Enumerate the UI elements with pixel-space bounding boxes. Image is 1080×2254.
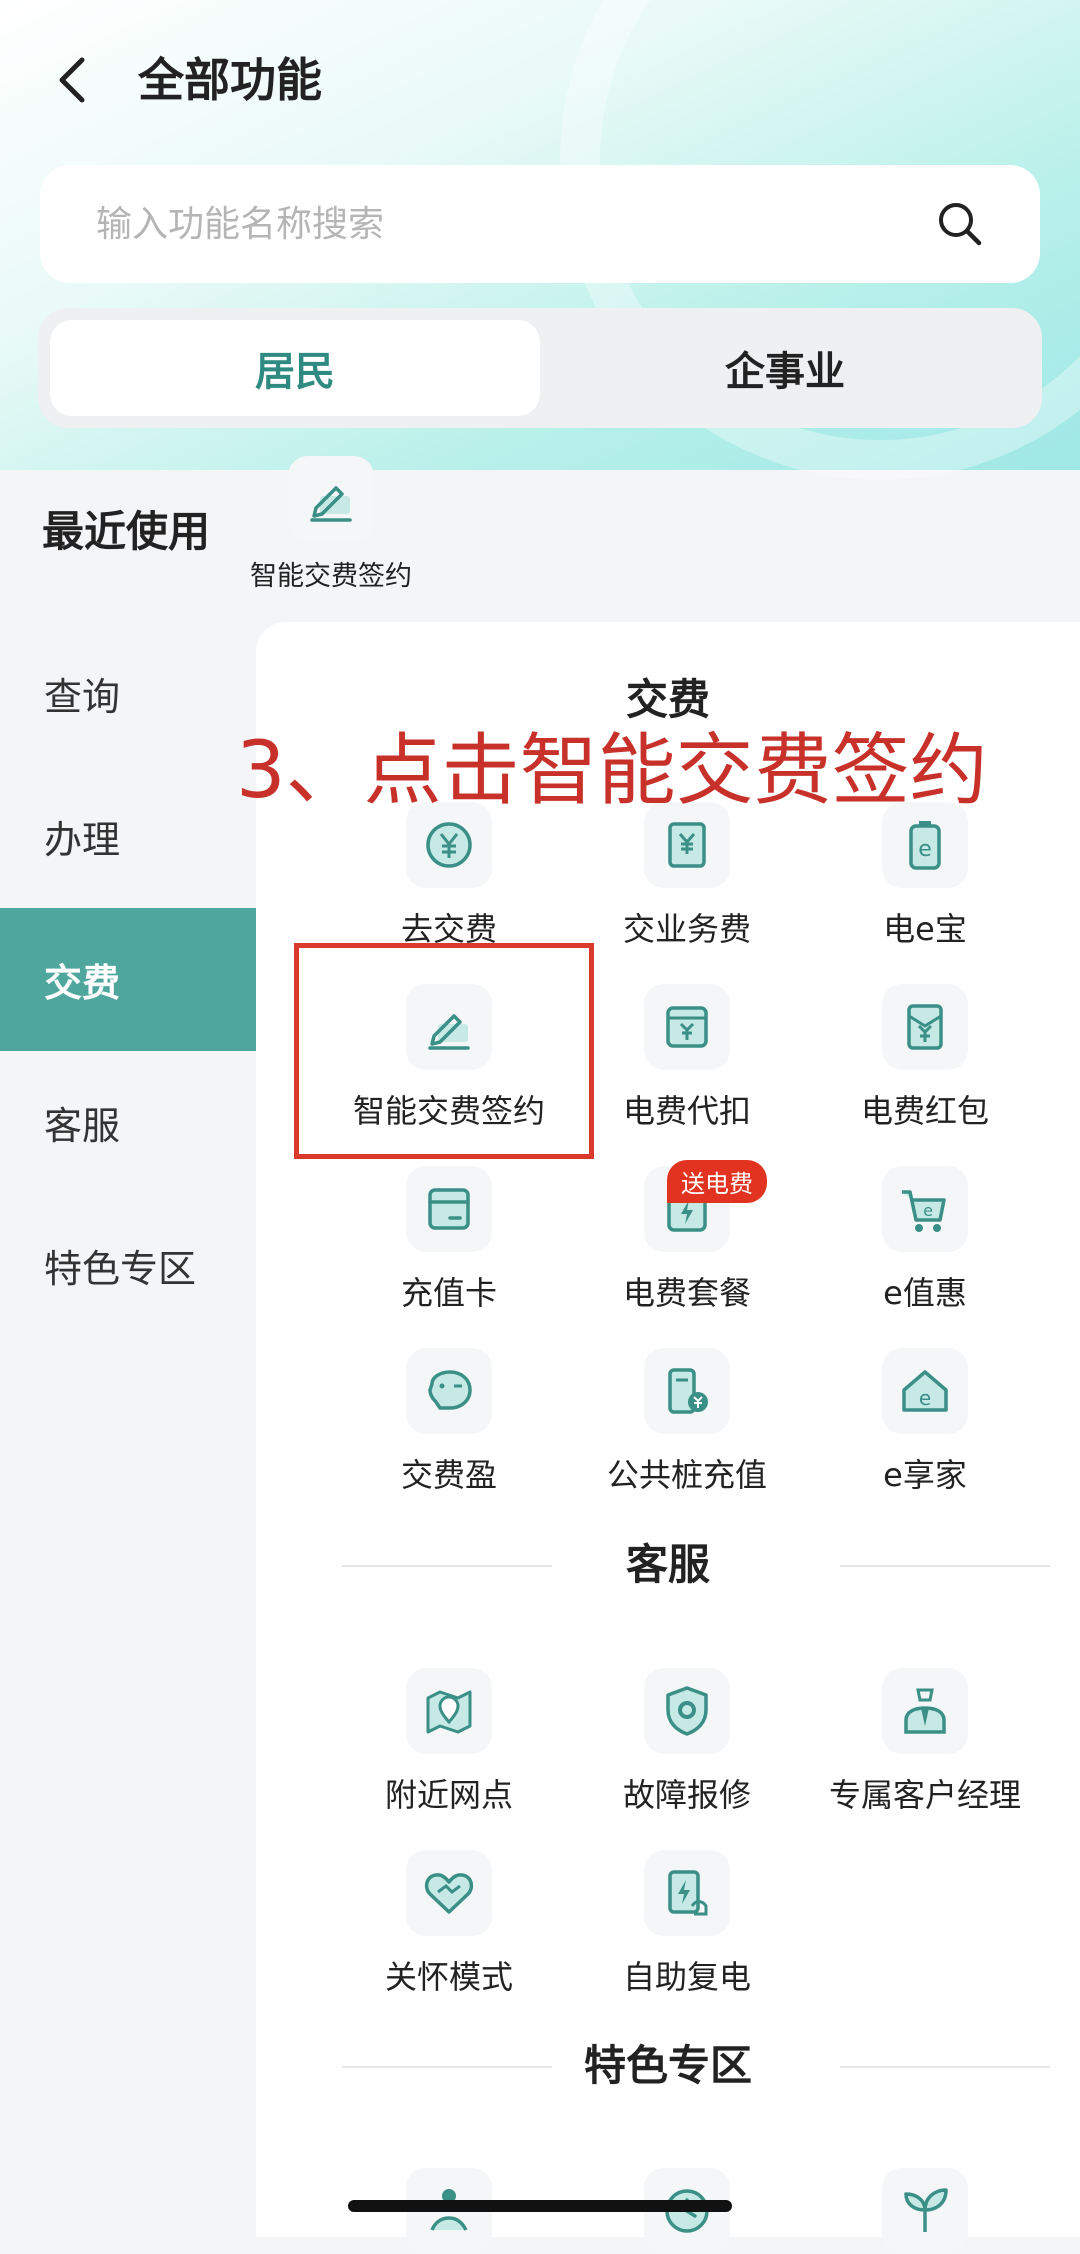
item-auto-deduct[interactable]: 电费代扣 (568, 984, 806, 1132)
function-content: 交费 去交费 交业务费 e 电e宝 智能交费签约 电费代扣 电费红包 充值卡 电… (256, 622, 1080, 2254)
manager-icon (882, 1668, 968, 1754)
item-go-pay[interactable]: 去交费 (330, 802, 568, 950)
svg-text:e: e (923, 1201, 933, 1220)
item-care-mode[interactable]: 关怀模式 (330, 1850, 568, 1998)
map-pin-icon (406, 1668, 492, 1754)
back-button[interactable] (44, 50, 104, 110)
item-fault-repair[interactable]: 故障报修 (568, 1668, 806, 1816)
sidebar-item-service[interactable]: 客服 (0, 1051, 256, 1194)
category-sidebar: 查询 办理 交费 客服 特色专区 (0, 622, 256, 2237)
item-label: 电费红包 (860, 1092, 989, 1130)
item-label: 故障报修 (622, 1776, 751, 1814)
recent-label: 最近使用 (42, 507, 211, 556)
highlight-box (294, 943, 594, 1159)
leaf-icon (882, 2168, 968, 2254)
svg-text:e: e (918, 837, 932, 862)
sidebar-item-payment[interactable]: 交费 (0, 908, 256, 1051)
item-business-fee[interactable]: 交业务费 (568, 802, 806, 950)
envelope-icon (882, 984, 968, 1070)
instruction-annotation: 3、点击智能交费签约 (236, 726, 988, 816)
item-label: e享家 (883, 1456, 967, 1494)
svg-text:e: e (919, 1386, 931, 1410)
search-bar (40, 165, 1040, 283)
item-label: 自助复电 (622, 1958, 751, 1996)
recent-item-label: 智能交费签约 (250, 561, 412, 592)
e-cart-icon: e (882, 1166, 968, 1252)
item-label: 关怀模式 (384, 1958, 513, 1996)
item-label: 交业务费 (622, 910, 751, 948)
recent-section: 最近使用 智能交费签约 (0, 440, 1080, 620)
user-type-segmented-control: 居民 企事业 (38, 308, 1042, 428)
section-header-special: 特色专区 (256, 2036, 1080, 2096)
item-special-partial-3[interactable] (806, 2168, 1044, 2254)
item-label: 专属客户经理 (828, 1776, 1021, 1814)
item-e-value[interactable]: e e值惠 (806, 1166, 1044, 1314)
yuan-card-icon (644, 984, 730, 1070)
section-header-service: 客服 (256, 1535, 1080, 1595)
heart-hands-icon (406, 1850, 492, 1936)
header: 全部功能 (0, 30, 1080, 130)
item-e-bao[interactable]: e 电e宝 (806, 802, 1044, 950)
item-nearby-outlets[interactable]: 附近网点 (330, 1668, 568, 1816)
recent-item-smart-payment-signing[interactable]: 智能交费签约 (246, 456, 416, 593)
item-red-envelope[interactable]: 电费红包 (806, 984, 1044, 1132)
home-indicator[interactable] (348, 2200, 732, 2212)
e-home-icon: e (882, 1348, 968, 1434)
item-public-pile-recharge[interactable]: 公共桩充值 (568, 1348, 806, 1496)
page-title: 全部功能 (138, 53, 322, 107)
piggy-bank-icon (406, 1348, 492, 1434)
item-label: e值惠 (883, 1274, 967, 1312)
item-pay-profit[interactable]: 交费盈 (330, 1348, 568, 1496)
sidebar-item-handle[interactable]: 办理 (0, 765, 256, 908)
chevron-left-icon (59, 57, 85, 103)
item-account-manager[interactable]: 专属客户经理 (806, 1668, 1044, 1816)
item-label: 电费代扣 (622, 1092, 751, 1130)
card-icon (406, 1166, 492, 1252)
pen-sign-icon (288, 456, 374, 542)
item-self-restore-power[interactable]: 自助复电 (568, 1850, 806, 1998)
item-label: 公共桩充值 (606, 1456, 767, 1494)
item-label: 电e宝 (883, 910, 967, 948)
tab-resident[interactable]: 居民 (50, 320, 540, 416)
sidebar-item-special[interactable]: 特色专区 (0, 1194, 256, 1337)
item-label: 交费盈 (400, 1456, 497, 1494)
charging-pile-icon (644, 1348, 730, 1434)
search-icon[interactable] (934, 198, 986, 250)
divider (840, 1565, 1050, 1567)
sidebar-item-query[interactable]: 查询 (0, 622, 256, 765)
search-input[interactable] (94, 202, 934, 246)
power-hand-icon (644, 1850, 730, 1936)
item-label: 附近网点 (384, 1776, 513, 1814)
tab-enterprise[interactable]: 企事业 (540, 320, 1030, 416)
item-recharge-card[interactable]: 充值卡 (330, 1166, 568, 1314)
divider (840, 2066, 1050, 2068)
item-label: 充值卡 (400, 1274, 497, 1312)
shield-gear-icon (644, 1668, 730, 1754)
item-label: 电费套餐 (622, 1274, 751, 1312)
item-e-home[interactable]: e e享家 (806, 1348, 1044, 1496)
promo-badge: 送电费 (667, 1160, 767, 1203)
